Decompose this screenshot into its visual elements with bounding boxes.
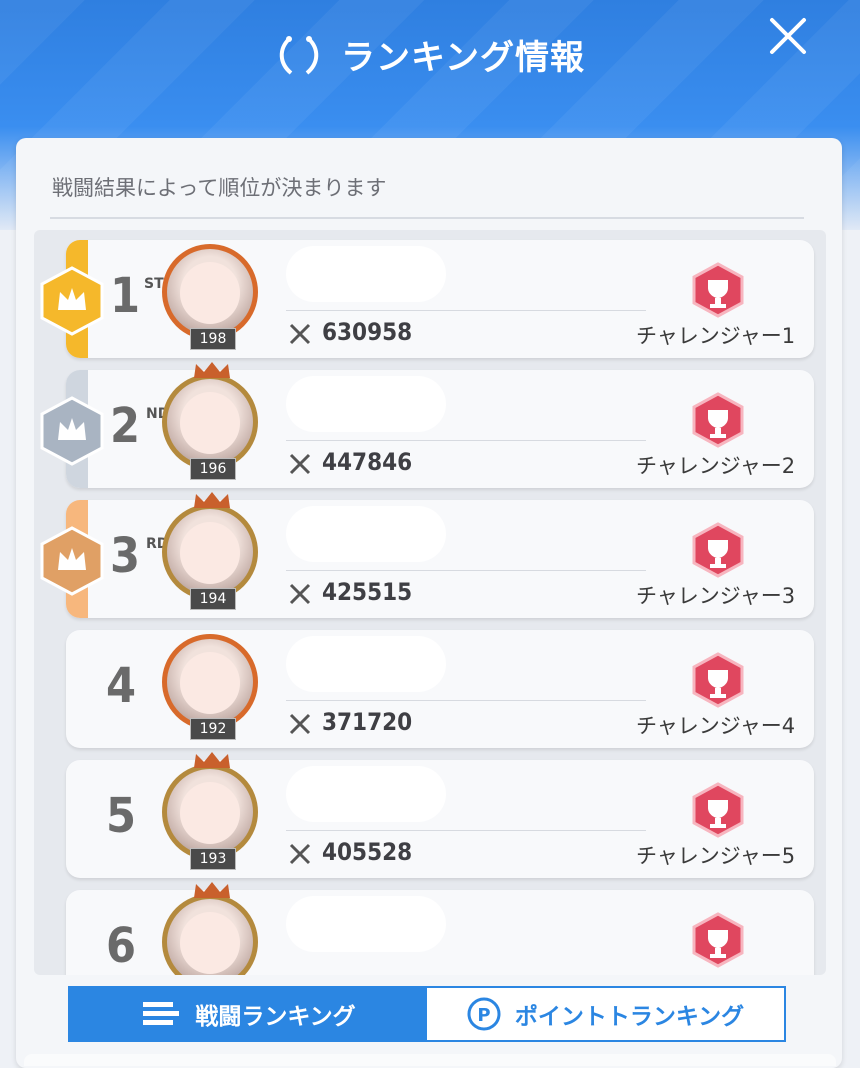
player-name-redacted	[286, 376, 446, 432]
trophy-icon	[692, 652, 744, 708]
power-score: 405528	[322, 838, 413, 866]
power-score: 425515	[322, 578, 413, 606]
gold-crown-badge-icon	[40, 266, 104, 336]
close-icon[interactable]	[768, 16, 808, 56]
rank-number: 5	[106, 788, 137, 844]
laurel-icon	[279, 35, 319, 75]
player-name-redacted	[286, 896, 446, 952]
avatar-frame[interactable]: 192	[152, 622, 270, 742]
swords-icon	[289, 713, 311, 735]
swords-icon	[289, 323, 311, 345]
tier-label: チャレンジャー5	[636, 844, 796, 868]
tab-point-label: ポイントトランキング	[514, 1004, 745, 1030]
bottom-panel-edge	[24, 1054, 836, 1066]
player-name-redacted	[286, 246, 446, 302]
divider	[50, 217, 804, 219]
row-divider	[286, 830, 646, 831]
row-divider	[286, 440, 646, 441]
level-badge: 198	[190, 328, 236, 350]
crown-icon	[194, 882, 230, 898]
avatar-face	[180, 652, 240, 714]
panel-subtitle: 戦闘結果によって順位が決まります	[52, 176, 387, 200]
swords-icon	[289, 453, 311, 475]
rank-number: 4	[106, 658, 137, 714]
tier-label: チャレンジャー1	[636, 324, 796, 348]
power-score: 630958	[322, 318, 413, 346]
avatar-frame[interactable]	[152, 882, 270, 975]
rank-number: 1	[110, 268, 141, 324]
crown-icon	[194, 752, 230, 768]
trophy-icon	[692, 522, 744, 578]
bronze-crown-badge-icon	[40, 526, 104, 596]
level-badge: 193	[190, 848, 236, 870]
ranking-row[interactable]: 2 ND 196 447846 チャレンジャー2	[40, 362, 814, 488]
ranking-row[interactable]: 6	[66, 882, 814, 975]
rank-number: 3	[110, 528, 141, 584]
svg-text:P: P	[477, 1005, 490, 1026]
avatar-face	[180, 782, 240, 844]
ranking-row[interactable]: 3 RD 194 425515 チャレンジャー3	[40, 492, 814, 618]
avatar-face	[180, 262, 240, 324]
avatar-frame[interactable]: 193	[152, 752, 270, 872]
trophy-icon	[692, 392, 744, 448]
level-badge: 192	[190, 718, 236, 740]
avatar-frame[interactable]: 198	[152, 232, 270, 352]
player-name-redacted	[286, 506, 446, 562]
row-divider	[286, 310, 646, 311]
avatar-face	[180, 392, 240, 454]
rank-number: 6	[106, 918, 137, 974]
ranking-type-toggle: 戦闘ランキング P ポイントトランキング	[68, 986, 786, 1042]
power-score: 447846	[322, 448, 413, 476]
crown-icon	[194, 362, 230, 378]
power-score: 371720	[322, 708, 413, 736]
player-name-redacted	[286, 766, 446, 822]
bars-icon	[143, 1002, 180, 1025]
ranking-row[interactable]: 4 192 371720 チャレンジャー4	[66, 630, 814, 748]
page-title: ランキング情報	[341, 38, 585, 78]
tab-point-ranking[interactable]: P ポイントトランキング	[427, 988, 784, 1040]
ranking-list[interactable]: 1 ST 198 630958 チャレンジャー1 2 ND 196 447846…	[34, 230, 826, 975]
avatar-face	[180, 522, 240, 584]
point-p-icon: P	[467, 997, 501, 1031]
ranking-panel: 戦闘結果によって順位が決まります 1 ST 198 630958 チャレンジャー…	[16, 138, 842, 1068]
avatar-frame[interactable]: 194	[152, 492, 270, 612]
tier-label: チャレンジャー4	[636, 714, 796, 738]
trophy-icon	[692, 912, 744, 968]
ranking-row[interactable]: 1 ST 198 630958 チャレンジャー1	[40, 240, 814, 358]
tier-label: チャレンジャー3	[636, 584, 796, 608]
row-divider	[286, 700, 646, 701]
trophy-icon	[692, 262, 744, 318]
crown-icon	[194, 492, 230, 508]
title-bar: ランキング情報	[0, 30, 860, 79]
swords-icon	[289, 583, 311, 605]
rank-number: 2	[110, 398, 141, 454]
swords-icon	[289, 843, 311, 865]
level-badge: 194	[190, 588, 236, 610]
tab-battle-label: 戦闘ランキング	[195, 1004, 356, 1030]
level-badge: 196	[190, 458, 236, 480]
player-name-redacted	[286, 636, 446, 692]
row-divider	[286, 570, 646, 571]
tab-battle-ranking[interactable]: 戦闘ランキング	[70, 988, 427, 1040]
silver-crown-badge-icon	[40, 396, 104, 466]
avatar-frame[interactable]: 196	[152, 362, 270, 482]
avatar-face	[180, 912, 240, 974]
trophy-icon	[692, 782, 744, 838]
ranking-row[interactable]: 5 193 405528 チャレンジャー5	[66, 752, 814, 878]
tier-label: チャレンジャー2	[636, 454, 796, 478]
